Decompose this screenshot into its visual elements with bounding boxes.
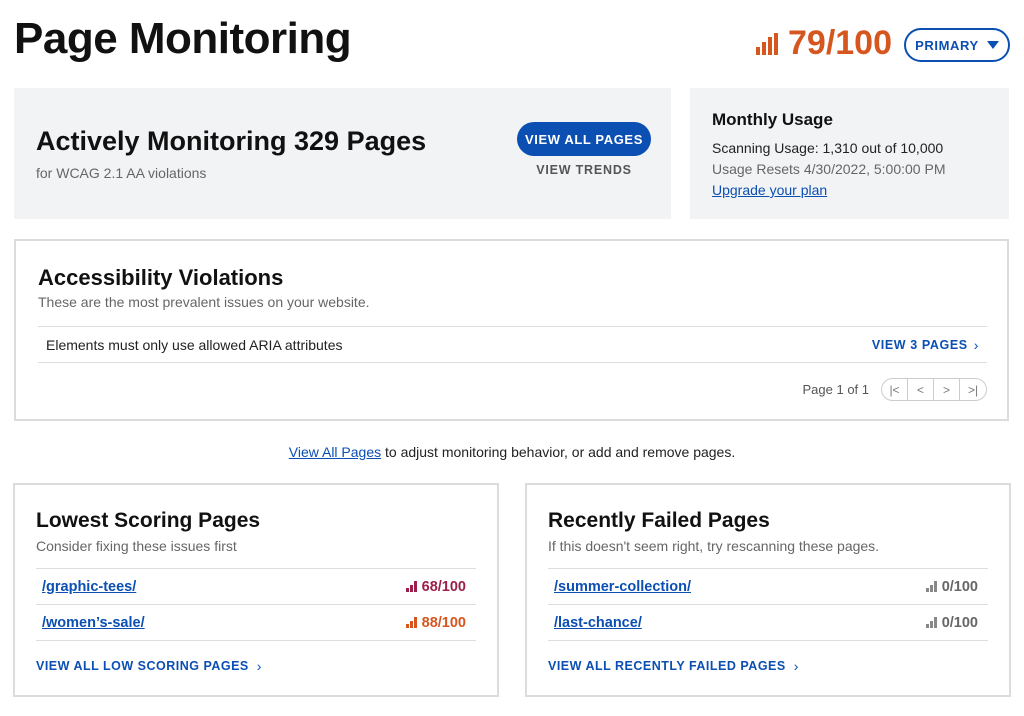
overall-score-value: 79/100 <box>788 24 892 62</box>
page-score: 0/100 <box>925 614 978 631</box>
monitoring-summary-card: Actively Monitoring 329 Pages for WCAG 2… <box>14 88 671 219</box>
pagination: Page 1 of 1 |< < > >| <box>802 378 987 401</box>
pagination-label: Page 1 of 1 <box>802 382 870 397</box>
recently-failed-pages-card: Recently Failed Pages If this doesn't se… <box>525 483 1011 697</box>
violation-row: Elements must only use allowed ARIA attr… <box>38 326 987 363</box>
view-trends-link[interactable]: VIEW TRENDS <box>517 163 651 177</box>
bar-chart-icon <box>925 581 937 592</box>
list-item: /last-chance/ 0/100 <box>548 605 988 641</box>
previous-page-icon[interactable]: < <box>908 379 934 400</box>
view-all-recently-failed-label: VIEW ALL RECENTLY FAILED PAGES <box>548 659 786 673</box>
lowest-scoring-subtitle: Consider fixing these issues first <box>36 538 237 554</box>
chevron-right-icon: › <box>793 658 799 674</box>
view-all-pages-button[interactable]: VIEW ALL PAGES <box>517 122 651 156</box>
monitoring-title: Actively Monitoring 329 Pages <box>36 126 427 156</box>
violations-title: Accessibility Violations <box>38 265 284 290</box>
lowest-scoring-pages-card: Lowest Scoring Pages Consider fixing the… <box>13 483 499 697</box>
view-pages-link[interactable]: VIEW 3 PAGES › <box>872 337 979 353</box>
usage-title: Monthly Usage <box>712 110 833 129</box>
page-link[interactable]: /women’s-sale/ <box>42 615 145 631</box>
page-score-value: 88/100 <box>421 614 466 631</box>
chevron-right-icon: › <box>973 336 979 353</box>
upgrade-plan-link[interactable]: Upgrade your plan <box>712 180 987 201</box>
monitoring-subtitle: for WCAG 2.1 AA violations <box>36 165 207 181</box>
info-text: to adjust monitoring behavior, or add an… <box>381 444 736 460</box>
pagination-controls: |< < > >| <box>881 378 987 401</box>
recently-failed-list: /summer-collection/ 0/100 /last-chance/ … <box>548 568 988 641</box>
recently-failed-title: Recently Failed Pages <box>548 509 770 532</box>
bar-chart-icon <box>405 617 417 628</box>
view-all-low-scoring-link[interactable]: VIEW ALL LOW SCORING PAGES › <box>36 658 262 674</box>
page-score: 0/100 <box>925 578 978 595</box>
page-score: 68/100 <box>405 578 466 595</box>
page-score-value: 68/100 <box>421 578 466 595</box>
view-pages-label: VIEW 3 PAGES <box>871 337 968 352</box>
last-page-icon[interactable]: >| <box>960 379 986 400</box>
page-link[interactable]: /last-chance/ <box>554 615 642 631</box>
list-item: /women’s-sale/ 88/100 <box>36 605 476 641</box>
caret-down-icon <box>986 41 999 49</box>
violation-text: Elements must only use allowed ARIA attr… <box>46 336 343 353</box>
page-score-value: 0/100 <box>941 578 978 595</box>
first-page-icon[interactable]: |< <box>882 379 908 400</box>
page-link[interactable]: /graphic-tees/ <box>42 579 136 595</box>
view-all-low-scoring-label: VIEW ALL LOW SCORING PAGES <box>36 659 249 673</box>
list-item: /graphic-tees/ 68/100 <box>36 569 476 605</box>
bar-chart-icon <box>925 617 937 628</box>
scanning-usage: Scanning Usage: 1,310 out of 10,000 <box>712 140 944 156</box>
bar-chart-icon <box>405 581 417 592</box>
recently-failed-subtitle: If this doesn't seem right, try rescanni… <box>548 538 880 554</box>
page-title: Page Monitoring <box>14 14 352 63</box>
next-page-icon[interactable]: > <box>934 379 960 400</box>
page-score: 88/100 <box>405 614 466 631</box>
monthly-usage-card: Monthly Usage Scanning Usage: 1,310 out … <box>690 88 1009 219</box>
overall-score: 79/100 <box>756 24 892 63</box>
view-all-recently-failed-link[interactable]: VIEW ALL RECENTLY FAILED PAGES › <box>548 658 799 674</box>
page-link[interactable]: /summer-collection/ <box>554 579 691 595</box>
page-score-value: 0/100 <box>941 614 978 631</box>
list-item: /summer-collection/ 0/100 <box>548 569 988 605</box>
usage-resets: Usage Resets 4/30/2022, 5:00:00 PM <box>712 161 946 177</box>
chevron-right-icon: › <box>256 658 262 674</box>
accessibility-violations-card: Accessibility Violations These are the m… <box>14 239 1009 421</box>
lowest-scoring-title: Lowest Scoring Pages <box>36 509 261 532</box>
lowest-scoring-list: /graphic-tees/ 68/100 /women’s-sale/ 88/… <box>36 568 476 641</box>
bar-chart-icon <box>756 32 778 55</box>
view-all-pages-link[interactable]: View All Pages <box>289 444 381 460</box>
primary-dropdown-label: PRIMARY <box>915 37 979 53</box>
violations-subtitle: These are the most prevalent issues on y… <box>38 294 370 310</box>
view-all-pages-info: View All Pages to adjust monitoring beha… <box>0 444 1024 460</box>
primary-dropdown-button[interactable]: PRIMARY <box>904 28 1010 62</box>
